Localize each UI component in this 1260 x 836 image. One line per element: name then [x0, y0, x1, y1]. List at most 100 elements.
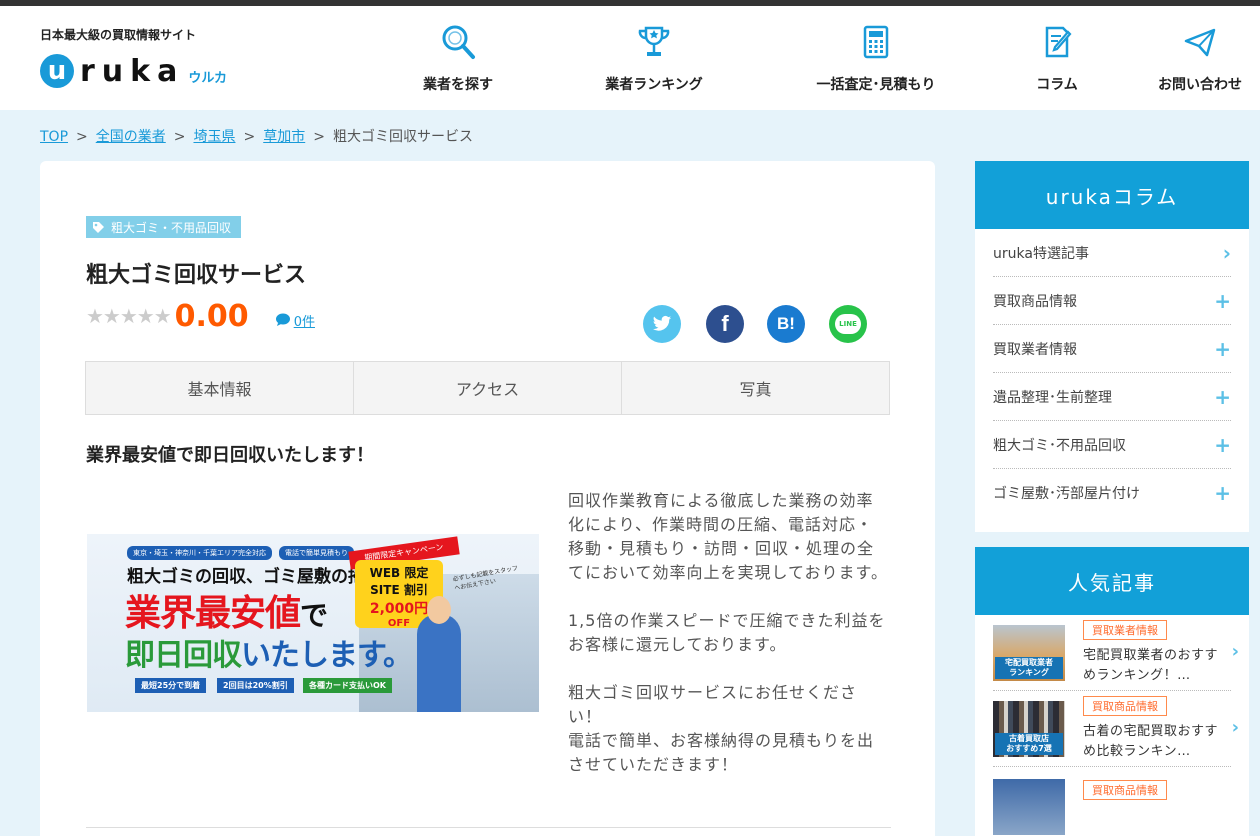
column-item-featured[interactable]: uruka特選記事 ›: [993, 229, 1231, 277]
plus-icon[interactable]: +: [1214, 337, 1231, 361]
article-thumbnail: 古着買取店 おすすめ7選: [993, 700, 1065, 757]
catch-copy: 業界最安値で即日回収いたします！: [86, 445, 374, 466]
article-title: 古着の宅配買取おすすめ比較ランキン…: [1083, 724, 1219, 759]
column-item-estate[interactable]: 遺品整理･生前整理 +: [993, 373, 1231, 421]
vendor-card: 粗大ゴミ・不用品回収 粗大ゴミ回収サービス ★★★★★ 0.00 0件 f B!…: [40, 161, 935, 836]
article-category-badge: 買取商品情報: [1083, 696, 1167, 716]
banner-line3: 即日回収いたします。: [125, 630, 413, 674]
review-count-link[interactable]: 0件: [294, 311, 315, 330]
plus-icon[interactable]: +: [1214, 289, 1231, 313]
banner-line2-main: 業界最安値: [125, 593, 301, 634]
info-tabs: 基本情報 アクセス 写真: [85, 361, 890, 415]
promo-banner-image: 東京・埼玉・神奈川・千葉エリア完全対応 電話で簡単見積もり 粗大ゴミの回収、ゴミ…: [87, 534, 539, 712]
nav-label: コラム: [1036, 77, 1078, 93]
review-count[interactable]: 0件: [275, 311, 315, 330]
banner-site-label: SITE 割引: [370, 583, 428, 597]
column-item-products[interactable]: 買取商品情報 +: [993, 277, 1231, 325]
rating-row: ★★★★★ 0.00 0件: [86, 298, 315, 334]
hatena-icon: B!: [777, 314, 795, 333]
share-line-button[interactable]: LINE: [829, 305, 867, 343]
article-thumbnail: 宅配買取業者 ランキング: [993, 624, 1065, 681]
breadcrumb-separator: >: [76, 129, 88, 145]
nav-label: 業者ランキング: [605, 77, 703, 93]
tab-photos[interactable]: 写真: [622, 362, 889, 414]
logo-kana: ウルカ: [188, 70, 227, 86]
plus-icon[interactable]: +: [1214, 481, 1231, 505]
breadcrumb-link[interactable]: 全国の業者: [96, 129, 166, 145]
banner-line2-tail: で: [300, 599, 328, 632]
facebook-icon: f: [721, 311, 729, 336]
banner-line3-tail: いたします。: [241, 638, 413, 673]
rating-stars: ★★★★★: [86, 304, 172, 328]
line-icon: LINE: [835, 314, 861, 334]
rating-score: 0.00: [174, 298, 249, 334]
column-widget-title: urukaコラム: [975, 161, 1249, 229]
share-twitter-button[interactable]: [643, 305, 681, 343]
thumbnail-caption: 古着買取店 おすすめ7選: [995, 732, 1063, 755]
logo-text: ruka: [80, 53, 185, 89]
column-widget: urukaコラム uruka特選記事 › 買取商品情報 + 買取業者情報 + 遺品整理…: [975, 161, 1249, 532]
nav-find-vendors[interactable]: 業者を探す: [388, 22, 528, 102]
nav-vendor-ranking[interactable]: 業者ランキング: [584, 22, 724, 102]
column-item-bulky-waste[interactable]: 粗大ゴミ･不用品回収 +: [993, 421, 1231, 469]
category-tag[interactable]: 粗大ゴミ・不用品回収: [86, 216, 242, 238]
share-hatena-button[interactable]: B!: [767, 305, 805, 343]
logo-mark: u: [40, 54, 74, 88]
site-tagline: 日本最大級の買取情報サイト: [40, 28, 197, 42]
column-item-label: 買取商品情報: [993, 293, 1077, 310]
nav-column[interactable]: コラム: [987, 22, 1127, 102]
section-divider: [86, 827, 891, 828]
vendor-description: 回収作業教育による徹底した業務の効率化により、作業時間の圧縮、電話対応・移動・見…: [568, 489, 888, 801]
breadcrumb-separator: >: [313, 129, 325, 145]
chevron-right-icon: ›: [1231, 641, 1239, 662]
nav-bulk-quote[interactable]: 一括査定･見積もり: [806, 22, 946, 102]
popular-widget-title: 人気記事: [975, 547, 1249, 615]
article-item[interactable]: 宅配買取業者 ランキング 買取業者情報 宅配買取業者のおすすめランキング！… ›: [993, 615, 1239, 691]
paper-plane-icon: [1184, 28, 1216, 57]
banner-worker-figure: [417, 614, 461, 712]
share-facebook-button[interactable]: f: [706, 305, 744, 343]
breadcrumb-link[interactable]: 埼玉県: [193, 129, 235, 145]
column-item-label: 遺品整理･生前整理: [993, 389, 1112, 406]
breadcrumb-separator: >: [243, 129, 256, 145]
banner-worker-head: [427, 596, 451, 624]
description-paragraph: 1,5倍の作業スピードで圧縮できた利益をお客様に還元しております。: [568, 611, 886, 654]
banner-feature-3: 各種カード支払いOK: [303, 678, 392, 693]
nav-contact[interactable]: お問い合わせ: [1130, 22, 1260, 102]
twitter-icon: [652, 315, 672, 331]
category-label: 粗大ゴミ・不用品回収: [111, 220, 232, 235]
thumbnail-caption: 宅配買取業者 ランキング: [995, 656, 1063, 679]
description-paragraph: 回収作業教育による徹底した業務の効率化により、作業時間の圧縮、電話対応・移動・見…: [568, 491, 888, 582]
calculator-icon: [863, 25, 889, 59]
chevron-right-icon: ›: [1222, 240, 1231, 265]
article-item[interactable]: 古着買取店 おすすめ7選 買取商品情報 古着の宅配買取おすすめ比較ランキン… ›: [993, 691, 1239, 767]
column-item-label: 粗大ゴミ･不用品回収: [993, 437, 1126, 454]
tag-icon: [93, 221, 104, 233]
column-item-label: 買取業者情報: [993, 341, 1077, 358]
breadcrumb: TOP > 全国の業者 > 埼玉県 > 草加市 > 粗大ゴミ回収サービス: [40, 126, 473, 146]
site-header: 日本最大級の買取情報サイト u ruka ウルカ 業者を探す 業者ランキング 一…: [0, 6, 1260, 110]
nav-label: お問い合わせ: [1158, 77, 1242, 93]
trophy-icon: [638, 26, 670, 56]
tab-basic-info[interactable]: 基本情報: [86, 362, 354, 414]
breadcrumb-link[interactable]: TOP: [40, 129, 68, 145]
speech-bubble-icon: [275, 313, 290, 326]
article-item[interactable]: 買取商品情報: [993, 767, 1231, 836]
vendor-title: 粗大ゴミ回収サービス: [86, 263, 307, 288]
chevron-right-icon: ›: [1231, 717, 1239, 738]
banner-line2: 業界最安値で: [125, 584, 328, 636]
banner-line3-main: 即日回収: [125, 638, 242, 673]
plus-icon[interactable]: +: [1214, 433, 1231, 457]
popular-articles-widget: 人気記事 宅配買取業者 ランキング 買取業者情報 宅配買取業者のおすすめランキン…: [975, 547, 1249, 836]
column-item-trash-house[interactable]: ゴミ屋敷･汚部屋片付け +: [993, 469, 1231, 517]
tab-access[interactable]: アクセス: [354, 362, 622, 414]
banner-feature-2: 2回目は20%割引: [217, 678, 294, 693]
search-icon: [442, 25, 475, 59]
site-logo[interactable]: u ruka ウルカ: [40, 50, 227, 92]
breadcrumb-link[interactable]: 草加市: [263, 129, 305, 145]
column-item-vendors[interactable]: 買取業者情報 +: [993, 325, 1231, 373]
plus-icon[interactable]: +: [1214, 385, 1231, 409]
banner-phone-tag: 電話で簡単見積もり: [279, 546, 354, 560]
banner-web-label: WEB 限定: [369, 566, 429, 580]
column-item-label: uruka特選記事: [993, 245, 1089, 262]
